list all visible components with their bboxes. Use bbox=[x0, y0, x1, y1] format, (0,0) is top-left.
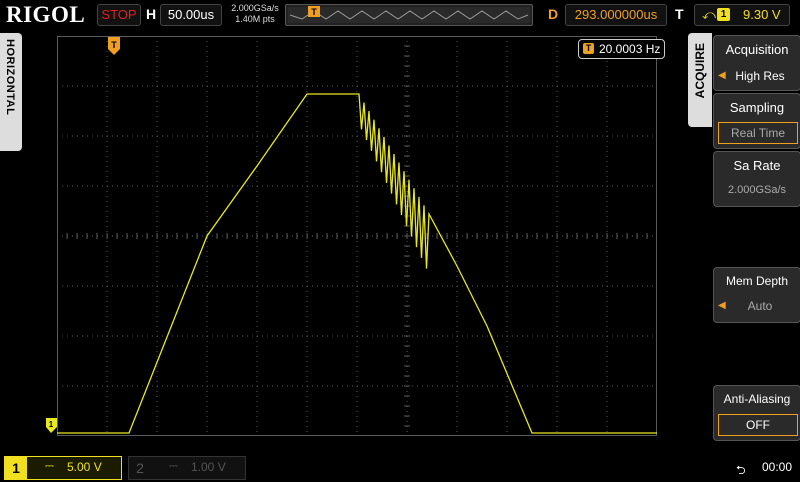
clock: 00:00 bbox=[762, 460, 793, 474]
acquire-menu: Acquisition ◀ High Res Sampling Real Tim… bbox=[712, 33, 800, 453]
frequency-readout: T 20.0003 Hz bbox=[578, 39, 665, 59]
rising-edge-icon: ⤺ bbox=[702, 7, 716, 22]
mem-depth-title: Mem Depth bbox=[725, 274, 789, 288]
sa-rate-title: Sa Rate bbox=[733, 158, 781, 173]
ch1-number: 1 bbox=[5, 457, 27, 479]
run-stop-status[interactable]: STOP bbox=[97, 4, 141, 26]
acquire-tab-label: ACQUIRE bbox=[693, 43, 707, 99]
delay-readout[interactable]: 293.000000us bbox=[565, 4, 667, 26]
sampling-title: Sampling bbox=[729, 100, 785, 115]
ch2-number: 2 bbox=[136, 460, 144, 476]
sampling-value: Real Time bbox=[718, 122, 798, 144]
memory-position-bar[interactable]: T bbox=[285, 4, 533, 26]
acquisition-value: High Res bbox=[735, 69, 785, 83]
memory-waveform-overview: T bbox=[288, 6, 530, 23]
acquisition-button[interactable]: Acquisition ◀ High Res bbox=[713, 35, 800, 91]
ch1-ground-marker[interactable]: 1 bbox=[46, 418, 57, 433]
anti-aliasing-button[interactable]: Anti-Aliasing OFF bbox=[713, 385, 800, 441]
ch2-scale-value: 1.00 V bbox=[191, 460, 226, 474]
memory-points-value: 1.40M pts bbox=[235, 14, 275, 24]
acquire-menu-tab[interactable]: ACQUIRE bbox=[688, 33, 712, 127]
anti-aliasing-value: OFF bbox=[718, 414, 798, 436]
mem-depth-button[interactable]: Mem Depth ◀ Auto bbox=[713, 267, 800, 323]
horizontal-label: H bbox=[146, 6, 157, 22]
sample-rate-readout: 2.000GSa/s 1.40M pts bbox=[226, 3, 284, 25]
trigger-counter-icon: T bbox=[583, 43, 594, 54]
sample-rate-value: 2.000GSa/s bbox=[231, 3, 279, 13]
trigger-readout[interactable]: ⤺ 1 9.30 V bbox=[694, 4, 790, 26]
anti-aliasing-title: Anti-Aliasing bbox=[723, 392, 791, 406]
timebase-readout[interactable]: 50.00us bbox=[160, 4, 222, 26]
mem-depth-value: Auto bbox=[747, 299, 773, 313]
delay-label: D bbox=[548, 6, 559, 22]
trigger-position-marker[interactable]: T bbox=[108, 37, 120, 55]
graticule bbox=[57, 36, 657, 436]
dc-coupling-icon: ⎓ bbox=[169, 460, 178, 472]
acquisition-title: Acquisition bbox=[725, 42, 789, 57]
brand-logo: RIGOL bbox=[6, 2, 86, 27]
trigger-level-value: 9.30 V bbox=[743, 7, 781, 22]
frequency-value: 20.0003 Hz bbox=[599, 42, 661, 56]
trigger-label: T bbox=[675, 6, 684, 22]
horizontal-tab-label: HORIZONTAL bbox=[4, 39, 16, 116]
ch2-channel-tab[interactable]: 2 ⎓ 1.00 V bbox=[128, 456, 246, 480]
svg-text:T: T bbox=[111, 40, 117, 50]
waveform-display[interactable] bbox=[57, 36, 657, 436]
svg-text:T: T bbox=[311, 7, 317, 17]
ch1-waveform-trace bbox=[57, 93, 657, 434]
ch1-channel-tab[interactable]: 1 ⎓ 5.00 V bbox=[4, 456, 122, 480]
svg-text:1: 1 bbox=[49, 420, 54, 429]
horizontal-menu-tab[interactable]: HORIZONTAL bbox=[0, 33, 22, 151]
usb-icon: ⮌ bbox=[736, 463, 746, 477]
trigger-source-badge: 1 bbox=[717, 8, 730, 21]
sampling-button[interactable]: Sampling Real Time bbox=[713, 93, 800, 149]
ch1-scale-value: 5.00 V bbox=[67, 460, 102, 474]
sa-rate-button[interactable]: Sa Rate 2.000GSa/s bbox=[713, 151, 800, 207]
sa-rate-value: 2.000GSa/s bbox=[727, 184, 787, 196]
dc-coupling-icon: ⎓ bbox=[45, 460, 54, 472]
